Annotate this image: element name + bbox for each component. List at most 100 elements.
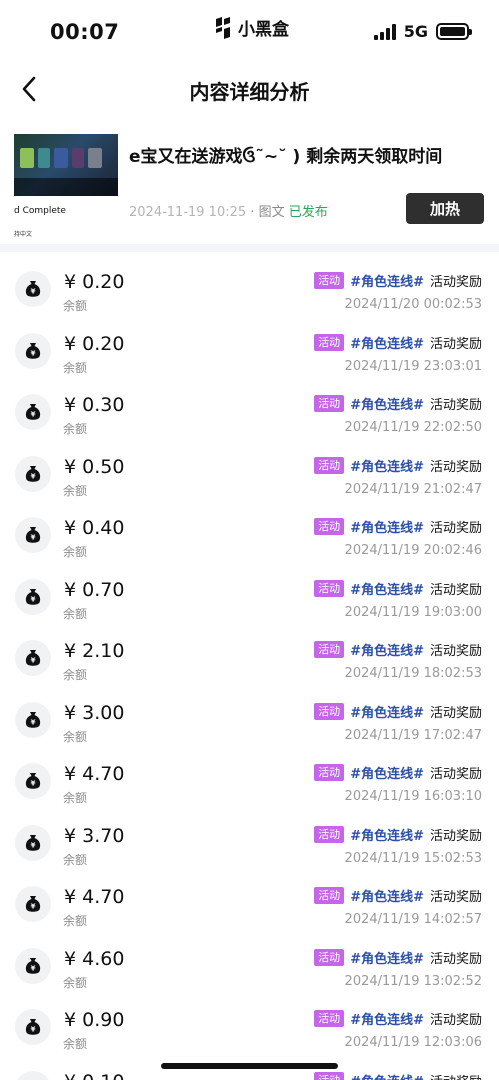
- currency-symbol: ¥: [64, 271, 77, 293]
- activity-tag-line: 活动 #角色连线# 活动奖励: [314, 825, 482, 844]
- balance-label: 余额: [63, 422, 88, 436]
- activity-tag-line: 活动 #角色连线# 活动奖励: [314, 517, 482, 536]
- heybox-logo-icon: [216, 16, 230, 39]
- post-type: 图文: [258, 205, 285, 220]
- activity-badge: 活动: [314, 764, 345, 781]
- earnings-list: ¥ ¥ 0.20 余额 活动 #角色连线# 活动奖励 2024/11/20 00…: [0, 252, 499, 1080]
- record-time: 2024/11/19 18:02:53: [344, 666, 482, 681]
- amount-number: 0.50: [82, 455, 125, 478]
- currency-symbol: ¥: [64, 824, 77, 847]
- svg-text:¥: ¥: [31, 718, 36, 726]
- svg-text:¥: ¥: [31, 472, 36, 480]
- list-item: ¥ ¥ 0.20 余额 活动 #角色连线# 活动奖励 2024/11/20 00…: [0, 252, 499, 314]
- money-bag-icon: ¥: [15, 517, 51, 553]
- balance-label: 余额: [63, 914, 88, 928]
- topic-link[interactable]: #角色连线#: [350, 825, 424, 844]
- record-time: 2024/11/20 00:02:53: [344, 297, 482, 312]
- post-card[interactable]: d Complete 持中文 e宝又在送游戏ઉ˜~˘ ) 剩余两天领取时间 20…: [0, 126, 499, 238]
- svg-text:¥: ¥: [31, 657, 36, 665]
- money-bag-icon: ¥: [15, 947, 51, 984]
- activity-tag-line: 活动 #角色连线# 活动奖励: [314, 1071, 482, 1080]
- record-time: 2024/11/19 22:02:50: [344, 420, 482, 435]
- status-time: 00:07: [50, 20, 120, 44]
- topic-link[interactable]: #角色连线#: [350, 1009, 424, 1028]
- thumbnail-caption: d Complete: [14, 206, 66, 216]
- topic-link[interactable]: #角色连线#: [350, 640, 424, 659]
- reward-label: 活动奖励: [429, 336, 482, 352]
- battery-icon: [436, 23, 472, 40]
- app-name: 小黑盒: [238, 20, 289, 40]
- meta-separator: ·: [246, 205, 259, 220]
- record-time: 2024/11/19 23:03:01: [344, 358, 482, 374]
- topic-link[interactable]: #角色连线#: [350, 702, 424, 721]
- activity-badge: 活动: [314, 702, 345, 720]
- activity-badge: 活动: [314, 395, 345, 412]
- topic-link[interactable]: #角色连线#: [350, 456, 424, 475]
- topic-link[interactable]: #角色连线#: [350, 763, 424, 782]
- balance-label: 余额: [63, 791, 88, 805]
- money-bag-icon: ¥: [15, 578, 51, 615]
- activity-badge: 活动: [314, 825, 345, 843]
- money-bag-icon: ¥: [15, 824, 51, 861]
- list-item: ¥ ¥ 0.20 余额 活动 #角色连线# 活动奖励 2024/11/19 23…: [0, 314, 499, 376]
- activity-badge: 活动: [314, 518, 345, 535]
- svg-text:¥: ¥: [31, 595, 36, 603]
- topic-link[interactable]: #角色连线#: [350, 394, 424, 413]
- amount-value: ¥ 0.90: [64, 1009, 124, 1031]
- reward-label: 活动奖励: [429, 890, 482, 905]
- topic-link[interactable]: #角色连线#: [350, 271, 424, 290]
- amount-number: 0.90: [82, 1009, 125, 1031]
- money-bag-icon: ¥: [15, 640, 51, 676]
- activity-badge: 活动: [314, 641, 345, 658]
- network-type: 5G: [403, 22, 428, 41]
- topic-link[interactable]: #角色连线#: [350, 948, 424, 967]
- amount-number: 0.70: [82, 578, 125, 601]
- page: 00:07 小黑盒 5G 内容详细分析 d Complete 持中文 e宝又在送…: [0, 0, 499, 1080]
- amount-number: 4.60: [82, 947, 125, 970]
- money-bag-icon: ¥: [15, 455, 51, 492]
- amount-value: ¥ 0.70: [64, 579, 124, 601]
- reward-label: 活动奖励: [429, 951, 482, 967]
- activity-badge: 活动: [314, 1071, 345, 1080]
- currency-symbol: ¥: [64, 947, 77, 970]
- topic-link[interactable]: #角色连线#: [350, 333, 424, 352]
- balance-label: 余额: [63, 852, 88, 867]
- currency-symbol: ¥: [64, 886, 77, 908]
- record-time: 2024/11/19 16:03:10: [344, 789, 482, 804]
- list-item: ¥ ¥ 4.70 余额 活动 #角色连线# 活动奖励 2024/11/19 16…: [0, 744, 499, 806]
- money-bag-icon: ¥: [15, 763, 51, 799]
- topic-link[interactable]: #角色连线#: [350, 886, 424, 905]
- home-indicator[interactable]: [161, 1063, 338, 1069]
- balance-label: 余额: [63, 729, 88, 744]
- thumbnail-image: [14, 134, 118, 196]
- money-bag-icon: ¥: [15, 332, 51, 369]
- amount-number: 0.30: [82, 394, 125, 416]
- currency-symbol: ¥: [64, 455, 77, 478]
- amount-value: ¥ 3.70: [64, 825, 124, 847]
- topic-link[interactable]: #角色连线#: [350, 1071, 424, 1080]
- activity-badge: 活动: [314, 333, 345, 351]
- currency-symbol: ¥: [64, 640, 77, 662]
- post-date: 2024-11-19 10:25: [129, 205, 247, 220]
- activity-tag-line: 活动 #角色连线# 活动奖励: [314, 456, 482, 475]
- currency-symbol: ¥: [64, 1009, 77, 1031]
- activity-badge: 活动: [314, 456, 345, 474]
- activity-tag-line: 活动 #角色连线# 活动奖励: [314, 579, 482, 598]
- boost-button[interactable]: 加热: [406, 193, 484, 224]
- post-thumbnail[interactable]: d Complete 持中文: [14, 134, 118, 238]
- reward-label: 活动奖励: [430, 1071, 482, 1080]
- activity-badge: 活动: [314, 887, 345, 904]
- record-time: 2024/11/19 12:03:06: [344, 1035, 482, 1050]
- post-title[interactable]: e宝又在送游戏ઉ˜~˘ ) 剩余两天领取时间: [129, 142, 489, 167]
- currency-symbol: ¥: [64, 1071, 76, 1080]
- amount-value: ¥ 4.70: [64, 886, 124, 908]
- reward-label: 活动奖励: [429, 398, 482, 413]
- topic-link[interactable]: #角色连线#: [350, 579, 424, 598]
- topic-link[interactable]: #角色连线#: [350, 517, 424, 536]
- currency-symbol: ¥: [64, 394, 77, 416]
- svg-text:¥: ¥: [31, 349, 36, 357]
- list-item: ¥ ¥ 4.60 余额 活动 #角色连线# 活动奖励 2024/11/19 13…: [0, 929, 499, 991]
- amount-number: 4.70: [82, 763, 125, 785]
- svg-text:¥: ¥: [31, 534, 36, 542]
- record-time: 2024/11/19 15:02:53: [344, 850, 482, 866]
